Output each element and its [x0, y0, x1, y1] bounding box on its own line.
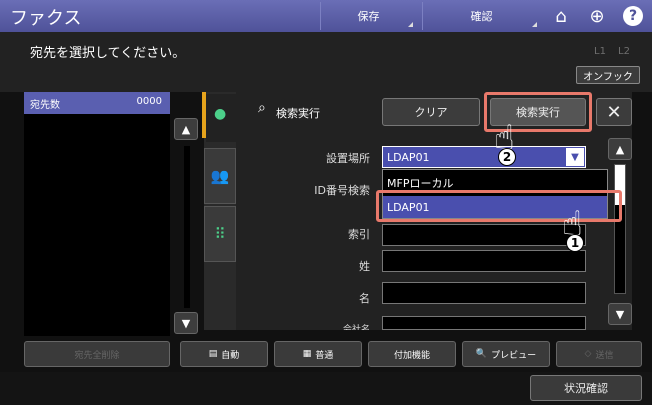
index-label: 索引: [348, 228, 370, 241]
form-scroll-down-button[interactable]: ▼: [608, 303, 632, 325]
address-count-label: 宛先数: [30, 100, 60, 111]
list-scroll-up-button[interactable]: ▲: [174, 118, 198, 140]
corner-marker: [408, 22, 413, 27]
normal-label: 普通: [315, 350, 334, 361]
company-label: 会社名: [342, 325, 370, 330]
form-scroll-up-button[interactable]: ▲: [608, 138, 632, 160]
index-field[interactable]: [382, 224, 586, 246]
preview-icon: 🔍: [475, 349, 488, 359]
ldap01-highlight: [376, 190, 622, 222]
company-field[interactable]: [382, 316, 586, 330]
step-badge-1: 1: [566, 234, 584, 252]
location-value: LDAP01: [387, 150, 430, 164]
step-badge-2: 2: [498, 148, 516, 166]
line-2-indicator: L2: [618, 46, 630, 57]
id-search-label: ID番号検索: [314, 184, 370, 197]
confirm-button[interactable]: 確認: [422, 2, 540, 30]
location-label: 設置場所: [326, 152, 370, 165]
extra-functions-button[interactable]: 付加機能: [368, 341, 456, 367]
status-check-button[interactable]: 状況確認: [530, 375, 642, 401]
search-label: 検索実行: [276, 107, 320, 120]
first-name-label: 名: [359, 292, 370, 305]
send-button[interactable]: ◇ 送信: [556, 341, 642, 367]
keypad-search-tab[interactable]: ⠿: [204, 206, 236, 262]
send-icon: ◇: [584, 349, 592, 359]
sub-header: [0, 32, 652, 92]
on-hook-button[interactable]: オンフック: [576, 66, 640, 84]
save-button[interactable]: 保存: [320, 2, 416, 30]
line-1-indicator: L1: [594, 46, 606, 57]
checker-icon: ▦: [302, 349, 312, 359]
last-name-label: 姓: [359, 260, 370, 273]
preview-label: プレビュー: [491, 350, 537, 361]
globe-icon[interactable]: ⊕: [584, 3, 610, 29]
help-icon[interactable]: ?: [620, 3, 646, 29]
group-icon: 👥: [210, 167, 230, 185]
address-list-header: 宛先数 0000: [24, 92, 170, 114]
first-name-field[interactable]: [382, 282, 586, 304]
confirm-label: 確認: [470, 10, 493, 23]
auto-label: 自動: [221, 350, 240, 361]
send-label: 送信: [595, 350, 614, 361]
preview-button[interactable]: 🔍 プレビュー: [462, 341, 550, 367]
address-list-panel: [24, 92, 170, 336]
home-icon[interactable]: ⌂: [548, 3, 574, 29]
chevron-down-icon[interactable]: ▼: [566, 148, 584, 166]
person-tab[interactable]: ●: [206, 94, 236, 142]
document-icon: ▤: [208, 349, 218, 359]
location-select[interactable]: LDAP01: [382, 146, 586, 168]
close-button[interactable]: ✕: [596, 98, 632, 126]
quality-normal-button[interactable]: ▦ 普通: [274, 341, 362, 367]
save-label: 保存: [357, 10, 380, 23]
group-search-tab[interactable]: 👥: [204, 148, 236, 204]
last-name-field[interactable]: [382, 250, 586, 272]
app-title: ファクス: [10, 8, 82, 29]
corner-marker: [532, 22, 537, 27]
clear-button[interactable]: クリア: [382, 98, 480, 126]
list-scroll-track[interactable]: [184, 146, 190, 308]
address-count-value: 0000: [136, 96, 162, 107]
resolution-auto-button[interactable]: ▤ 自動: [180, 341, 268, 367]
person-icon: ●: [214, 106, 227, 122]
delete-all-button[interactable]: 宛先全削除: [24, 341, 170, 367]
keypad-icon: ⠿: [214, 225, 226, 243]
instruction-text: 宛先を選択してください。: [30, 46, 186, 61]
search-icon: ⌕: [258, 100, 266, 116]
form-scroll-track[interactable]: [614, 164, 626, 294]
list-scroll-down-button[interactable]: ▼: [174, 312, 198, 334]
fax-screen: ファクス 保存 確認 ⌂ ⊕ ? 宛先を選択してください。 L1 L2 オンフッ…: [0, 0, 652, 405]
